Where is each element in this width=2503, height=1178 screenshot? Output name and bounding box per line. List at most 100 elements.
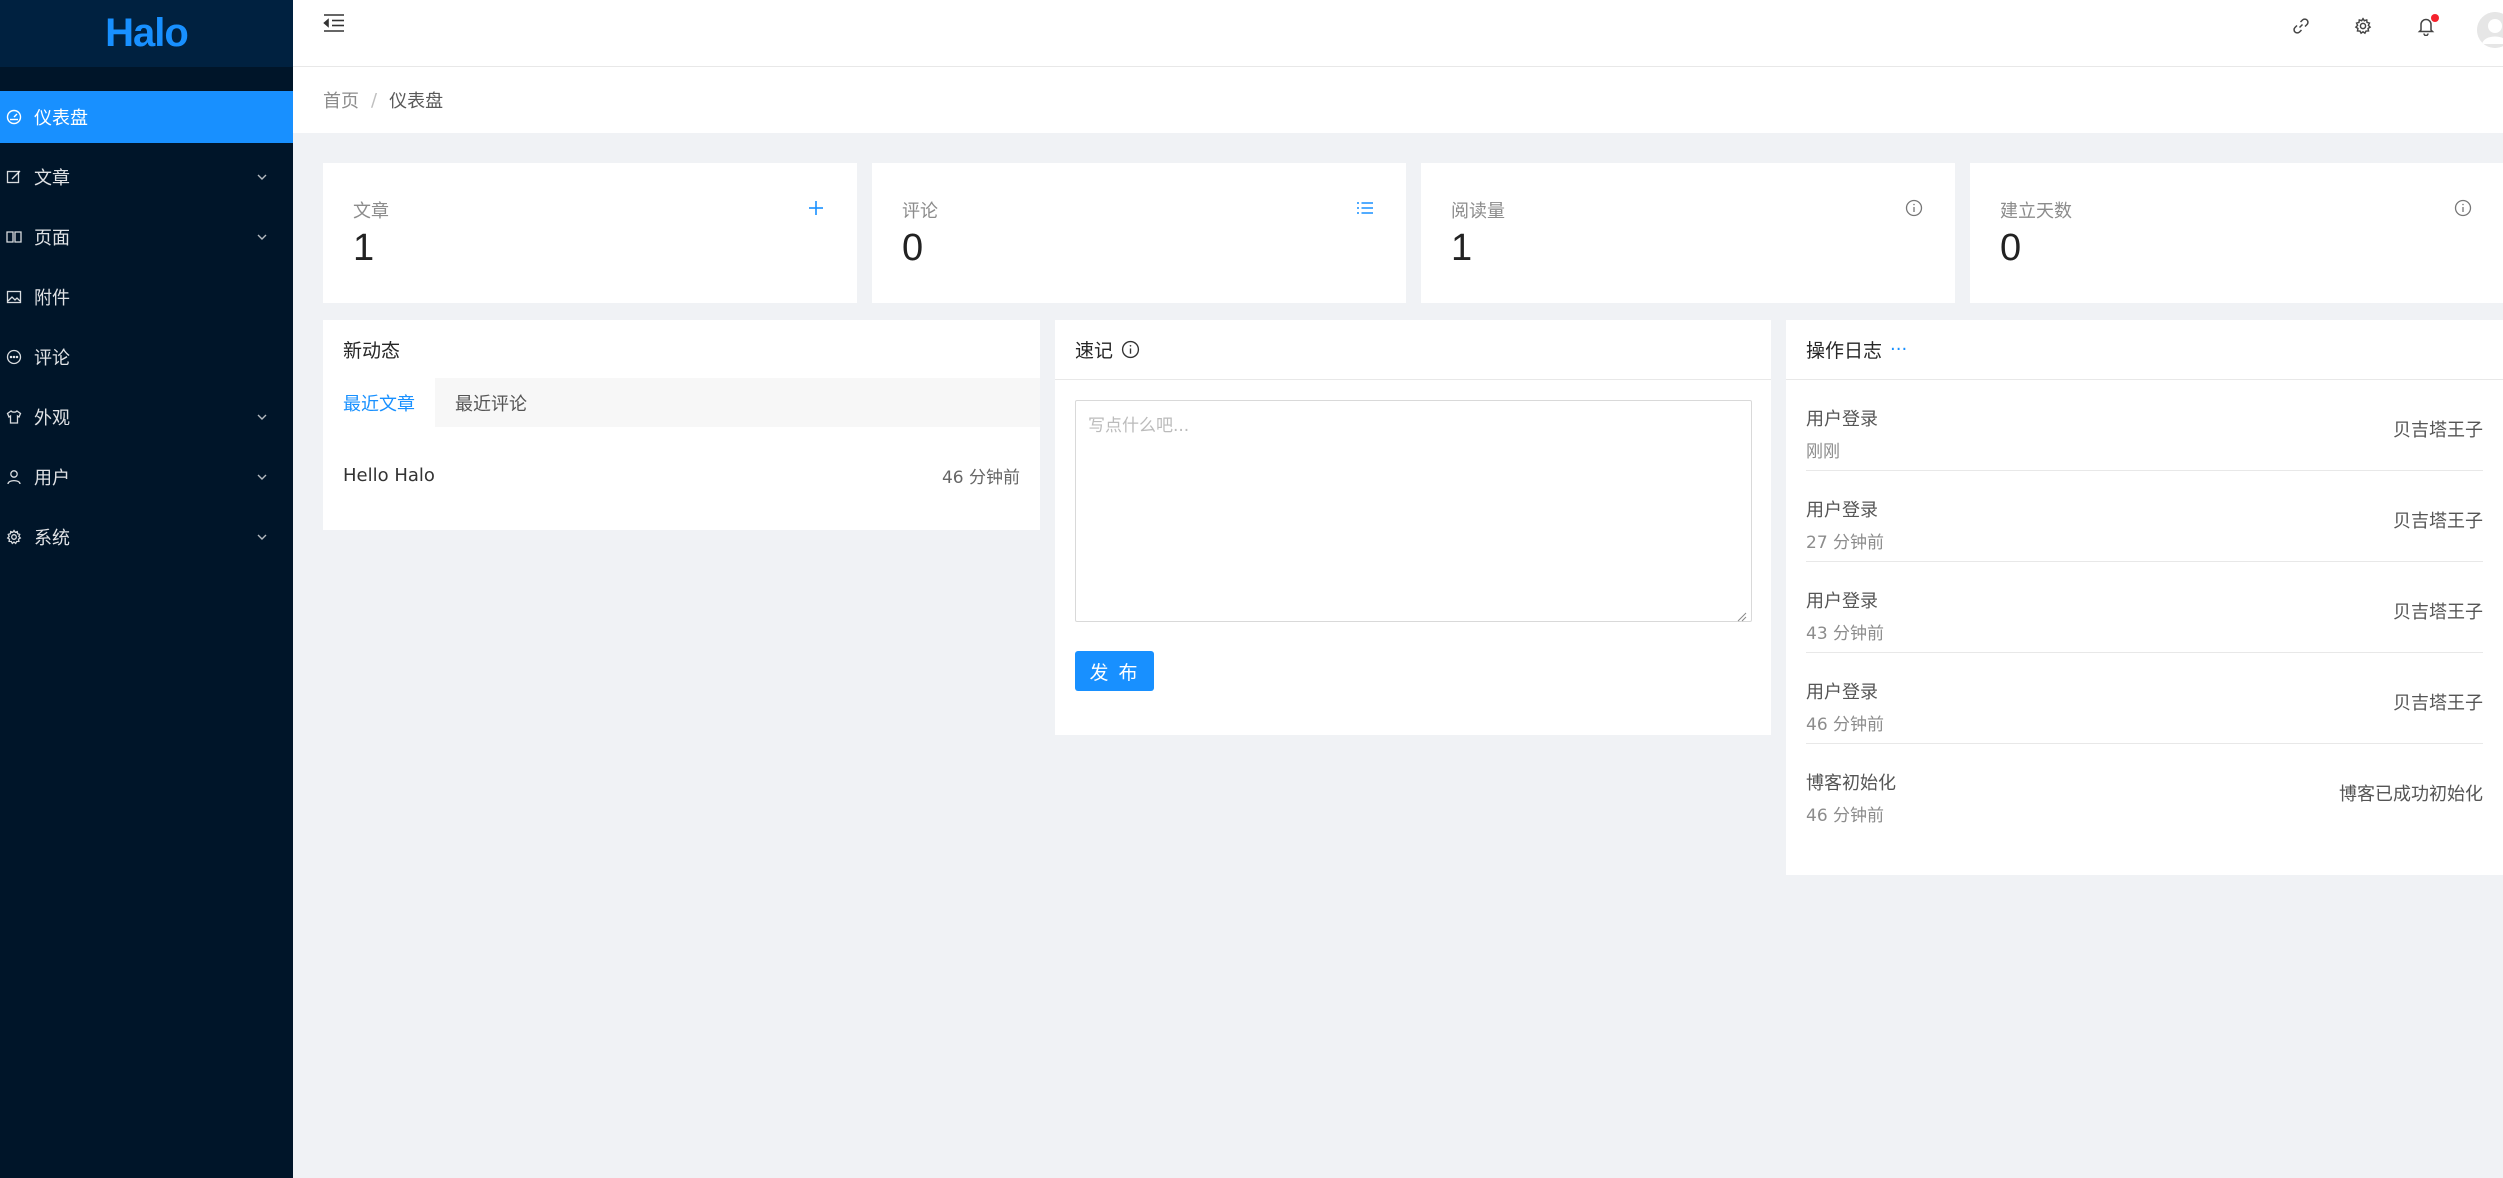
memo-panel: 速记 写点什么吧... 发 布	[1055, 320, 1771, 735]
list-item: 用户登录 46 分钟前 贝吉塔王子	[1806, 653, 2483, 744]
stat-card-comments: 评论 0	[872, 163, 1406, 303]
sidebar-item-label: 文章	[34, 168, 70, 189]
stat-label: 文章	[353, 201, 389, 222]
panel-title-text: 新动态	[343, 339, 401, 362]
sidebar-item-label: 仪表盘	[34, 108, 88, 129]
stat-card-days: 建立天数 0	[1970, 163, 2503, 303]
notification-badge	[2431, 14, 2439, 22]
logo[interactable]: Halo	[0, 0, 293, 67]
log-type: 博客初始化	[1806, 773, 1896, 794]
avatar[interactable]	[2477, 12, 2503, 48]
breadcrumb-home[interactable]: 首页	[323, 87, 359, 113]
gear-icon[interactable]	[2350, 13, 2376, 39]
panel-title-text: 速记	[1075, 340, 1114, 362]
activity-panel: 新动态 最近文章 最近评论 Hello Halo 46 分钟前	[323, 320, 1040, 530]
logo-text: Halo	[105, 11, 189, 55]
log-content: 贝吉塔王子	[2393, 420, 2483, 441]
log-time: 刚刚	[1806, 442, 1840, 462]
sidebar-item-attachments[interactable]: 附件	[0, 271, 293, 323]
tab-recent-posts[interactable]: 最近文章	[323, 378, 435, 427]
stat-value: 1	[1451, 227, 1473, 269]
more-icon[interactable]: ···	[1890, 339, 1907, 360]
breadcrumb: 首页 / 仪表盘	[293, 67, 2503, 133]
read-icon	[4, 227, 24, 247]
edit-icon	[4, 167, 24, 187]
skin-icon	[4, 407, 24, 427]
sidebar-item-dashboard[interactable]: 仪表盘	[0, 91, 293, 143]
stat-card-views: 阅读量 1	[1421, 163, 1955, 303]
sidebar-item-pages[interactable]: 页面	[0, 211, 293, 263]
sidebar-item-appearance[interactable]: 外观	[0, 391, 293, 443]
dashboard-icon	[4, 107, 24, 127]
chevron-down-icon	[255, 470, 269, 484]
sidebar-item-system[interactable]: 系统	[0, 511, 293, 563]
sidebar-item-users[interactable]: 用户	[0, 451, 293, 503]
stat-label: 阅读量	[1451, 201, 1505, 222]
oplog-panel: 操作日志 ··· 用户登录 刚刚 贝吉塔王子 用户登录 27 分钟前 贝吉塔王子…	[1786, 320, 2503, 875]
list-item: 博客初始化 46 分钟前 博客已成功初始化	[1806, 744, 2483, 835]
list-item: 用户登录 43 分钟前 贝吉塔王子	[1806, 562, 2483, 653]
menu-fold-icon[interactable]	[321, 10, 347, 36]
sidebar-menu: 仪表盘 文章 页面 附件 评论 外观 用户 系统	[0, 91, 293, 563]
log-type: 用户登录	[1806, 682, 1878, 703]
log-time: 46 分钟前	[1806, 806, 1885, 826]
sidebar-item-label: 附件	[34, 288, 70, 309]
chevron-down-icon	[255, 410, 269, 424]
stat-card-posts: 文章 1	[323, 163, 857, 303]
post-time: 46 分钟前	[941, 467, 1020, 488]
resize-grip-icon[interactable]	[1737, 607, 1747, 622]
panel-title-text: 操作日志	[1806, 340, 1883, 362]
publish-button[interactable]: 发 布	[1075, 651, 1154, 691]
user-icon	[4, 467, 24, 487]
info-icon[interactable]	[2452, 197, 2474, 219]
log-type: 用户登录	[1806, 500, 1878, 521]
log-content: 贝吉塔王子	[2393, 693, 2483, 714]
breadcrumb-current: 仪表盘	[389, 91, 444, 112]
log-type: 用户登录	[1806, 409, 1878, 430]
sidebar-item-label: 页面	[34, 228, 70, 249]
sidebar-item-comments[interactable]: 评论	[0, 331, 293, 383]
chevron-down-icon	[255, 530, 269, 544]
log-time: 46 分钟前	[1806, 715, 1885, 735]
plus-icon[interactable]	[805, 197, 827, 219]
list-icon[interactable]	[1354, 197, 1376, 219]
panel-title: 新动态	[323, 320, 1040, 378]
post-title-link[interactable]: Hello Halo	[343, 465, 435, 486]
breadcrumb-separator: /	[371, 89, 378, 111]
sidebar-item-label: 外观	[34, 408, 70, 429]
top-header	[293, 0, 2503, 67]
info-icon[interactable]	[1121, 340, 1140, 359]
stat-value: 0	[2000, 227, 2022, 269]
memo-placeholder: 写点什么吧...	[1088, 416, 1190, 436]
stat-label: 建立天数	[2000, 201, 2072, 222]
sidebar: Halo 仪表盘 文章 页面 附件 评论 外观 用户 系统	[0, 0, 293, 1178]
memo-textarea[interactable]: 写点什么吧...	[1075, 400, 1752, 622]
sidebar-item-label: 用户	[34, 468, 70, 489]
stat-value: 1	[353, 227, 375, 269]
sidebar-item-posts[interactable]: 文章	[0, 151, 293, 203]
panel-title: 速记	[1055, 320, 1771, 380]
chevron-down-icon	[255, 230, 269, 244]
message-icon	[4, 347, 24, 367]
panel-title: 操作日志 ···	[1786, 320, 2503, 380]
sidebar-item-label: 系统	[34, 528, 70, 549]
oplog-list: 用户登录 刚刚 贝吉塔王子 用户登录 27 分钟前 贝吉塔王子 用户登录 43 …	[1786, 380, 2503, 835]
bell-icon[interactable]	[2413, 13, 2439, 39]
list-item: 用户登录 刚刚 贝吉塔王子	[1806, 380, 2483, 471]
tab-recent-comments[interactable]: 最近评论	[435, 378, 547, 427]
log-type: 用户登录	[1806, 591, 1878, 612]
log-time: 43 分钟前	[1806, 624, 1885, 644]
info-icon[interactable]	[1903, 197, 1925, 219]
list-item: 用户登录 27 分钟前 贝吉塔王子	[1806, 471, 2483, 562]
link-icon[interactable]	[2288, 13, 2314, 39]
log-content: 博客已成功初始化	[2339, 784, 2483, 805]
activity-tabs: 最近文章 最近评论	[323, 378, 1040, 427]
list-item: Hello Halo 46 分钟前	[323, 455, 1040, 495]
picture-icon	[4, 287, 24, 307]
chevron-down-icon	[255, 170, 269, 184]
log-content: 贝吉塔王子	[2393, 602, 2483, 623]
stat-label: 评论	[902, 201, 938, 222]
log-content: 贝吉塔王子	[2393, 511, 2483, 532]
sidebar-item-label: 评论	[34, 348, 70, 369]
log-time: 27 分钟前	[1806, 533, 1885, 553]
